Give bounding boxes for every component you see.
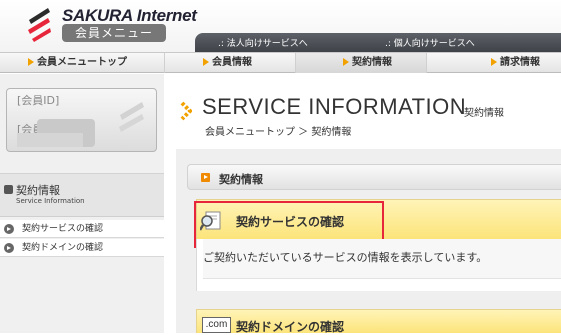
page-title-sub: 契約情報	[464, 108, 504, 119]
circle-arrow-icon	[4, 224, 14, 234]
sakura-watermark-icon	[119, 102, 144, 132]
services-description-box	[196, 239, 561, 291]
brand-subtitle: 会員メニュー	[62, 24, 166, 42]
sidebar: [会員ID] [会員名] 契約情報 Service Information 契約…	[0, 74, 164, 333]
section-title: 契約情報	[219, 173, 263, 186]
redacted-name	[17, 133, 83, 147]
section-header: 契約情報	[187, 164, 561, 190]
account-card: [会員ID] [会員名]	[6, 88, 157, 152]
main-nav: 会員メニュートップ 会員情報 契約情報 請求情報	[0, 52, 561, 73]
domains-heading: 契約ドメインの確認	[236, 320, 345, 334]
personal-link[interactable]: .: 個人向けサービスへ	[385, 36, 475, 49]
sidebar-item-services[interactable]: 契約サービスの確認	[0, 220, 164, 238]
tab-member-info[interactable]: 会員情報	[165, 53, 296, 73]
corporate-link[interactable]: .: 法人向けサービスへ	[218, 36, 308, 49]
sakura-logo-icon[interactable]	[26, 6, 52, 42]
tab-contract-info[interactable]: 契約情報	[296, 53, 427, 73]
services-description: ご契約いただいているサービスの情報を表示しています。	[203, 251, 488, 264]
title-arrow-icon	[180, 101, 192, 121]
breadcrumb[interactable]: 会員メニュートップ ＞ 契約情報	[205, 123, 351, 138]
contract-icon	[4, 185, 13, 194]
tab-member-top[interactable]: 会員メニュートップ	[0, 53, 165, 73]
circle-arrow-icon	[4, 243, 14, 253]
page-title: SERVICE INFORMATION	[202, 94, 467, 119]
arrow-icon	[491, 58, 497, 66]
tab-billing-info[interactable]: 請求情報	[427, 53, 561, 73]
sidebar-section-subtitle: Service Information	[16, 197, 85, 205]
sidebar-item-domains[interactable]: 契約ドメインの確認	[0, 239, 164, 257]
sidebar-section-title: 契約情報	[16, 184, 60, 197]
arrow-icon	[28, 58, 34, 66]
com-badge-icon: .com	[202, 317, 231, 333]
section-arrow-icon	[201, 173, 210, 182]
arrow-icon	[343, 58, 349, 66]
top-links-bar: .: 法人向けサービスへ .: 個人向けサービスへ	[195, 33, 561, 52]
brand-name[interactable]: SAKURA Internet	[62, 6, 197, 26]
member-id-label: [会員ID]	[17, 94, 60, 107]
arrow-icon	[203, 58, 209, 66]
sidebar-section-header: 契約情報 Service Information	[0, 173, 164, 217]
